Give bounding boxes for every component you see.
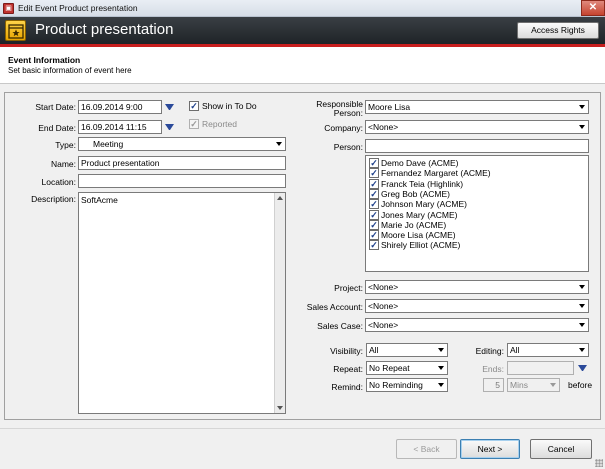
event-star-icon [5, 20, 26, 41]
person-checkbox[interactable]: ✓ [369, 188, 379, 199]
visibility-label: Visibility: [330, 346, 363, 356]
ends-label: Ends: [482, 364, 504, 374]
start-date-dropdown-icon[interactable] [165, 104, 174, 111]
scroll-down-icon[interactable] [277, 406, 283, 410]
sales-account-select[interactable]: <None> [365, 299, 589, 313]
person-checkbox[interactable]: ✓ [369, 158, 379, 168]
remind-select[interactable]: No Reminding [366, 378, 448, 392]
person-checkbox[interactable]: ✓ [369, 209, 379, 220]
end-date-field[interactable]: 16.09.2014 11:15 [78, 120, 162, 134]
description-textarea[interactable]: SoftAcme [78, 192, 286, 414]
access-rights-button[interactable]: Access Rights [517, 22, 599, 39]
close-icon[interactable]: ✕ [581, 0, 605, 16]
section-heading: Event Information [8, 55, 81, 65]
ends-dropdown-icon [578, 365, 587, 372]
responsible-person-select[interactable]: Moore Lisa [365, 100, 589, 114]
type-label: Type: [55, 140, 76, 150]
person-checkbox[interactable]: ✓ [369, 199, 379, 210]
editing-select[interactable]: All [507, 343, 589, 357]
person-checkbox[interactable]: ✓ [369, 230, 379, 241]
page-title: Product presentation [35, 21, 174, 38]
window-titlebar: ▣ Edit Event Product presentation ✕ [0, 0, 605, 17]
person-checklist: ✓ Demo Dave (ACME) ✓ Fernandez Margaret (A… [365, 155, 589, 272]
description-scrollbar[interactable] [274, 193, 285, 413]
end-date-dropdown-icon[interactable] [165, 124, 174, 131]
person-search-input[interactable] [365, 139, 589, 153]
ends-field [507, 361, 574, 375]
back-button[interactable]: < Back [396, 439, 457, 459]
person-checkbox[interactable]: ✓ [369, 240, 379, 251]
info-panel: Event Information Set basic information … [0, 47, 605, 84]
remind-amount-field: 5 [483, 378, 504, 392]
app-icon: ▣ [3, 3, 14, 14]
company-select[interactable]: <None> [365, 120, 589, 134]
company-label: Company: [324, 123, 363, 133]
visibility-select[interactable]: All [366, 343, 448, 357]
location-label: Location: [41, 177, 77, 187]
start-date-label: Start Date: [35, 102, 76, 112]
start-date-field[interactable]: 16.09.2014 9:00 [78, 100, 162, 114]
description-text: SoftAcme [81, 195, 118, 205]
sales-case-select[interactable]: <None> [365, 318, 589, 332]
next-button[interactable]: Next > [460, 439, 520, 459]
editing-label: Editing: [475, 346, 504, 356]
project-select[interactable]: <None> [365, 280, 589, 294]
responsible-person-label: Responsible Person: [316, 99, 363, 118]
show-in-todo-label: Show in To Do [202, 101, 257, 111]
reported-checkbox: ✓ [189, 119, 199, 129]
name-input[interactable]: Product presentation [78, 156, 286, 170]
section-subheading: Set basic information of event here [8, 66, 132, 75]
type-select[interactable]: Meeting [78, 137, 286, 151]
reported-label: Reported [202, 119, 237, 129]
person-label: Person: [333, 142, 363, 152]
remind-label: Remind: [331, 382, 363, 392]
resize-grip-icon[interactable] [595, 459, 603, 467]
description-label: Description: [31, 194, 76, 204]
repeat-select[interactable]: No Repeat [366, 361, 448, 375]
scroll-up-icon[interactable] [277, 196, 283, 200]
repeat-label: Repeat: [333, 364, 363, 374]
sales-account-label: Sales Account: [306, 302, 363, 312]
window-title: Edit Event Product presentation [18, 3, 138, 13]
dialog-header: Product presentation Access Rights [0, 17, 605, 44]
remind-unit-select: Mins [507, 378, 560, 392]
project-label: Project: [334, 283, 363, 293]
sales-case-label: Sales Case: [317, 321, 363, 331]
name-label: Name: [50, 159, 76, 169]
before-label: before [568, 380, 593, 390]
show-in-todo-checkbox[interactable]: ✓ [189, 101, 199, 111]
cancel-button[interactable]: Cancel [530, 439, 592, 459]
person-checkbox[interactable]: ✓ [369, 168, 379, 179]
end-date-label: End Date: [38, 123, 76, 133]
person-checkbox[interactable]: ✓ [369, 219, 379, 230]
location-input[interactable] [78, 174, 286, 188]
person-checkbox[interactable]: ✓ [369, 178, 379, 189]
